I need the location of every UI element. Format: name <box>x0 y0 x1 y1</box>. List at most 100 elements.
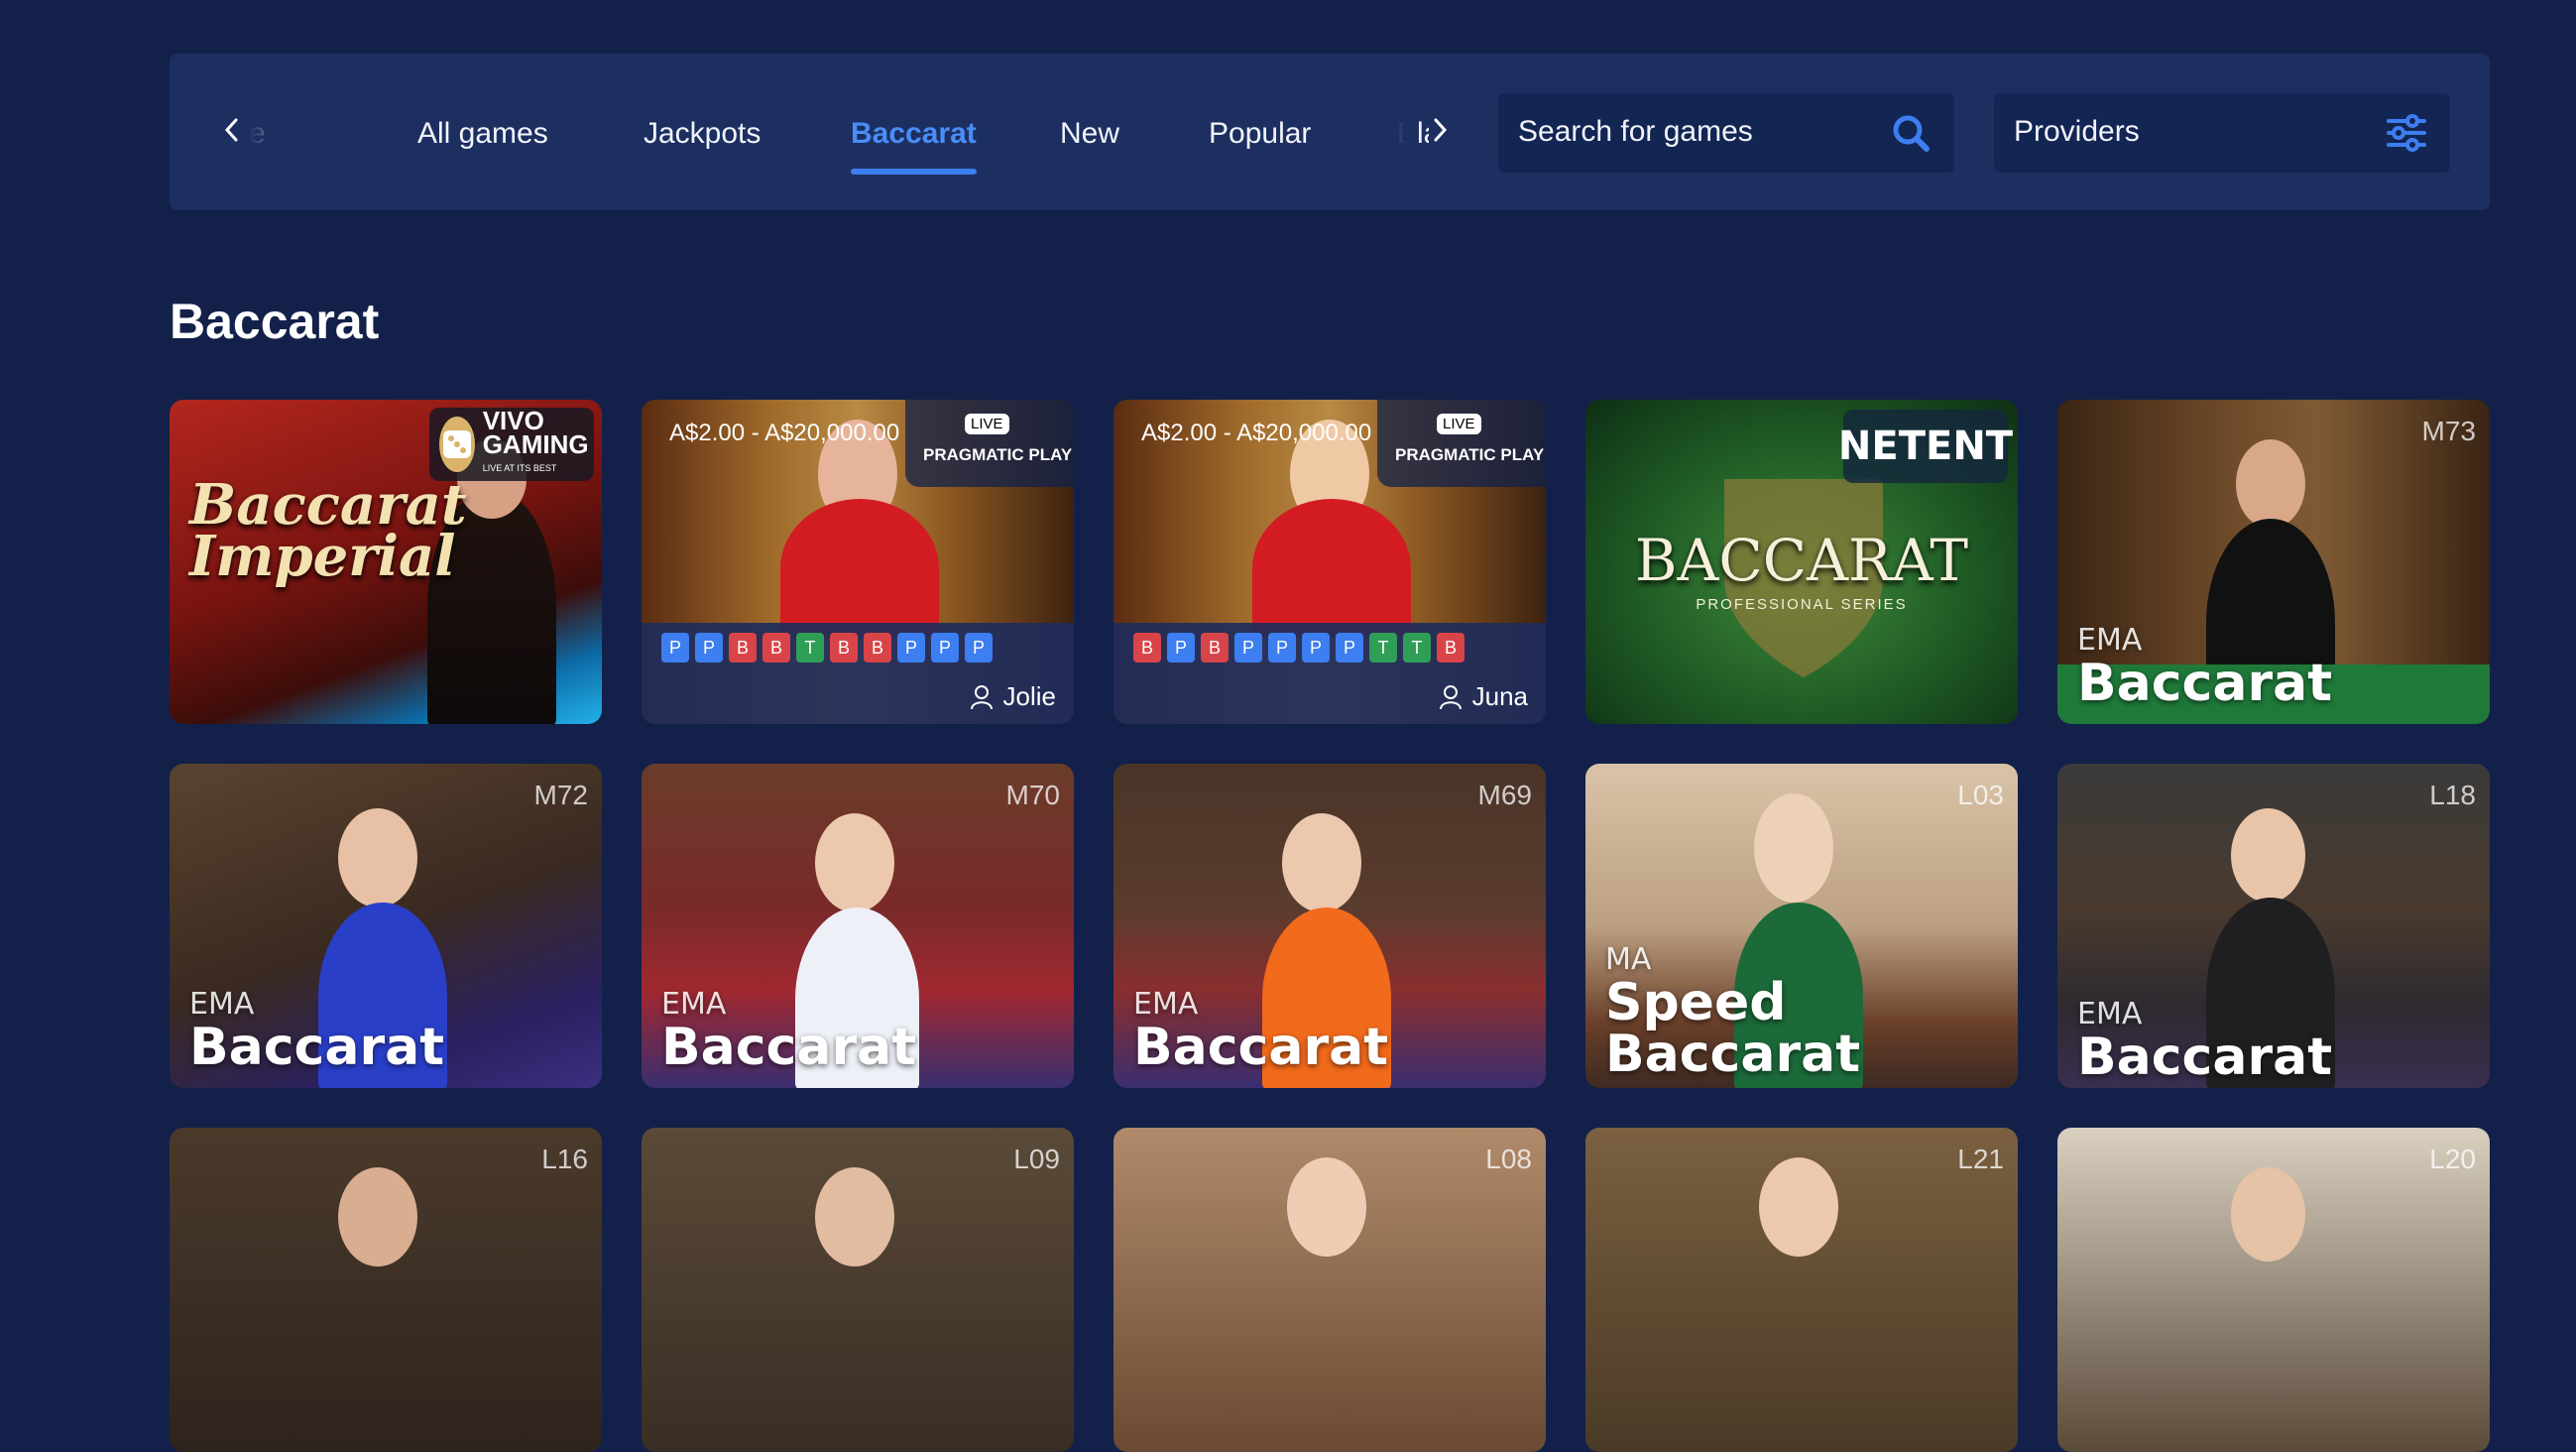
dealer-face <box>2231 808 2305 903</box>
active-tab-underline <box>851 169 977 175</box>
game-tile-baccarat-imperial[interactable]: Baccarat Imperial VIVO GAMING LIVE AT IT… <box>170 400 602 724</box>
provider-label: PRAGMATIC PLAY <box>923 445 1073 464</box>
game-title: Baccarat <box>661 1018 917 1077</box>
game-tile-l21[interactable]: L21 <box>1585 1128 2018 1452</box>
brand-label: MA <box>1605 942 1652 977</box>
roadmap-cell: B <box>1201 633 1229 663</box>
roadmap-panel: BPBPPPPTTB Juna <box>1113 623 1546 724</box>
roadmap-cell: P <box>695 633 723 663</box>
dealer-info: Juna <box>1439 681 1528 712</box>
roadmap-cell: B <box>1437 633 1464 663</box>
tab-baccarat[interactable]: Baccarat <box>851 117 977 175</box>
search-input[interactable]: Search for games <box>1498 93 1954 173</box>
roadmap-cells: BPBPPPPTTB <box>1133 633 1464 663</box>
game-label: EMA Baccarat <box>189 987 444 1073</box>
table-code: M69 <box>1477 780 1532 810</box>
dealer-info: Jolie <box>970 681 1056 712</box>
game-title: Baccarat <box>2077 1028 2333 1087</box>
game-title-line2: Baccarat <box>1605 1025 1861 1084</box>
game-tile-l03-speed-baccarat[interactable]: L03 MA Speed Baccarat <box>1585 764 2018 1088</box>
tab-jackpots[interactable]: Jackpots <box>644 117 761 151</box>
game-tile-m70-baccarat[interactable]: M70 EMA Baccarat <box>642 764 1074 1088</box>
bet-limits: A$2.00 - A$20,000.00 <box>1141 420 1372 446</box>
brand-label: EMA <box>2077 623 2143 658</box>
provider-badge: LIVE PRAGMATIC PLAY <box>1377 400 1546 487</box>
game-tile-netent-baccarat[interactable]: BACCARAT PROFESSIONAL SERIES NETENT <box>1585 400 2018 724</box>
game-label: EMA Baccarat <box>661 987 916 1073</box>
table-code: L09 <box>1013 1144 1060 1174</box>
category-nav-bar: e All games Jackpots Baccarat New Popula… <box>170 54 2490 210</box>
dealer-face <box>1759 1157 1838 1257</box>
table-code: M73 <box>2421 416 2476 446</box>
game-tile-l08[interactable]: L08 <box>1113 1128 1546 1452</box>
roadmap-cell: P <box>661 633 689 663</box>
search-icon[interactable] <box>1889 111 1932 155</box>
table-code: L20 <box>2429 1144 2476 1174</box>
provider-label: PRAGMATIC PLAY <box>1395 445 1545 464</box>
tab-new[interactable]: New <box>1060 117 1119 151</box>
dice-icon <box>439 417 475 472</box>
roadmap-cell: B <box>1133 633 1161 663</box>
roadmap-cell: P <box>1234 633 1262 663</box>
tab-popular[interactable]: Popular <box>1209 117 1311 151</box>
game-tile-m69-baccarat[interactable]: M69 EMA Baccarat <box>1113 764 1546 1088</box>
roadmap-cell: T <box>1369 633 1397 663</box>
dealer-name: Jolie <box>1002 681 1056 711</box>
table-code: L08 <box>1485 1144 1532 1174</box>
game-subtitle: PROFESSIONAL SERIES <box>1696 596 1908 613</box>
scroll-right-arrow-icon[interactable] <box>1425 115 1455 145</box>
game-tile-pragmatic-juna[interactable]: A$2.00 - A$20,000.00 LIVE PRAGMATIC PLAY… <box>1113 400 1546 724</box>
providers-filter[interactable]: Providers <box>1994 93 2450 173</box>
provider-label: NETENT <box>1837 424 2014 469</box>
live-badge: LIVE <box>1437 414 1481 434</box>
game-tile-l09[interactable]: L09 <box>642 1128 1074 1452</box>
table-code: L16 <box>541 1144 588 1174</box>
search-placeholder: Search for games <box>1518 115 1753 148</box>
dealer-face <box>1282 813 1361 912</box>
roadmap-cell: P <box>1336 633 1363 663</box>
roadmap-cell: B <box>762 633 790 663</box>
game-label: EMA Baccarat <box>1133 987 1388 1073</box>
scroll-left-arrow-icon[interactable] <box>217 115 247 145</box>
game-label: EMA Baccarat <box>2077 997 2332 1083</box>
dealer-dress <box>1252 499 1411 638</box>
filter-sliders-icon[interactable] <box>2385 111 2428 155</box>
section-title: Baccarat <box>170 294 380 349</box>
providers-label: Providers <box>2014 115 2140 148</box>
roadmap-panel: PPBBTBBPPP Jolie <box>642 623 1074 724</box>
dealer-face <box>1754 793 1833 903</box>
game-title: BACCARAT <box>1634 527 1969 594</box>
tab-all-games[interactable]: All games <box>417 117 548 151</box>
game-tile-pragmatic-jolie[interactable]: A$2.00 - A$20,000.00 LIVE PRAGMATIC PLAY… <box>642 400 1074 724</box>
roadmap-cell: B <box>830 633 858 663</box>
table-code: M70 <box>1005 780 1060 810</box>
netent-logo: NETENT <box>1838 410 2013 483</box>
bet-limits: A$2.00 - A$20,000.00 <box>669 420 900 446</box>
game-tile-l16[interactable]: L16 <box>170 1128 602 1452</box>
game-title: Baccarat <box>189 1018 445 1077</box>
roadmap-cell: T <box>1403 633 1431 663</box>
game-tile-l20[interactable]: L20 <box>2057 1128 2490 1452</box>
dealer-face <box>338 1167 417 1267</box>
tab-partial-hidden: e <box>249 117 266 150</box>
dealer-face <box>815 813 894 912</box>
roadmap-cell: B <box>864 633 891 663</box>
provider-label: VIVO GAMING <box>482 406 589 459</box>
game-title: Baccarat <box>1133 1018 1389 1077</box>
brand-label: EMA <box>189 987 255 1022</box>
dealer-dress <box>780 499 939 638</box>
game-tile-m72-baccarat[interactable]: M72 EMA Baccarat <box>170 764 602 1088</box>
roadmap-cell: T <box>796 633 824 663</box>
dealer-face <box>338 808 417 908</box>
provider-tagline: LIVE AT ITS BEST <box>482 463 557 473</box>
roadmap-cell: P <box>897 633 925 663</box>
dealer-face <box>2236 439 2305 529</box>
game-label: EMA Baccarat <box>2077 623 2332 709</box>
provider-badge: LIVE PRAGMATIC PLAY <box>905 400 1074 487</box>
vivo-gaming-logo: VIVO GAMING LIVE AT ITS BEST <box>429 408 594 481</box>
tab-baccarat-label: Baccarat <box>851 117 977 150</box>
game-tile-m73-baccarat[interactable]: M73 EMA Baccarat <box>2057 400 2490 724</box>
game-tile-l18-baccarat[interactable]: L18 EMA Baccarat <box>2057 764 2490 1088</box>
roadmap-cell: P <box>931 633 959 663</box>
roadmap-cells: PPBBTBBPPP <box>661 633 993 663</box>
